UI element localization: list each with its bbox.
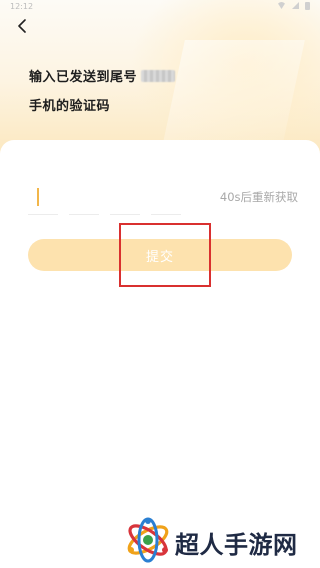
- watermark: 超人手游网: [124, 515, 320, 565]
- battery-icon: [305, 2, 310, 10]
- signal-icon: [292, 2, 299, 9]
- code-digit-1[interactable]: [28, 183, 58, 215]
- code-digit-4[interactable]: [151, 183, 181, 215]
- watermark-logo-icon: [127, 517, 169, 563]
- code-digit-3[interactable]: [110, 183, 140, 215]
- status-bar: 12:12: [0, 0, 320, 14]
- input-caret: [37, 188, 39, 206]
- wifi-icon: [277, 2, 286, 9]
- page-title-line1: 输入已发送到尾号: [29, 66, 176, 85]
- status-icons: [277, 2, 310, 10]
- back-button[interactable]: [10, 14, 34, 38]
- verification-code-input[interactable]: 40s后重新获取: [28, 183, 298, 217]
- code-digit-2[interactable]: [69, 183, 99, 215]
- masked-phone-number: [141, 70, 176, 82]
- title-text: 输入已发送到尾号: [29, 70, 138, 85]
- watermark-text: 超人手游网: [175, 531, 298, 559]
- submit-button[interactable]: 提交: [28, 239, 292, 271]
- status-time: 12:12: [10, 2, 34, 11]
- page-title-line2: 手机的验证码: [29, 99, 111, 114]
- resend-code-button[interactable]: 40s后重新获取: [220, 189, 298, 205]
- chevron-left-icon: [18, 19, 26, 33]
